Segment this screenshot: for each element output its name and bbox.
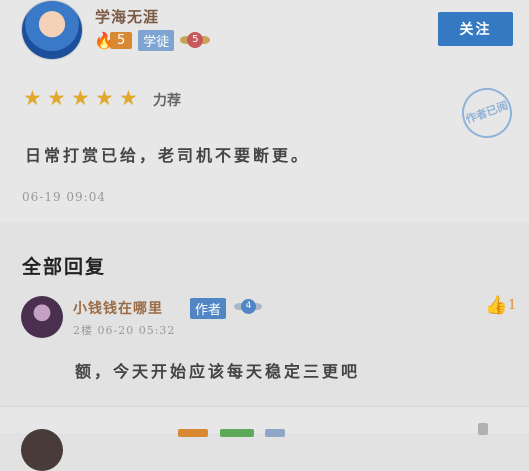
thumbs-up-icon[interactable]: 👍: [485, 296, 507, 316]
author-badge: 作者: [190, 298, 227, 319]
level-number: 4: [241, 299, 256, 314]
fire-icon: 🔥: [94, 30, 114, 50]
reply-text: 额，今天开始应该每天稳定三更吧: [75, 362, 361, 381]
role-badge: 学徒: [138, 30, 175, 51]
author-read-stamp: 作者已阅: [454, 80, 520, 146]
fire-level-badge: [178, 429, 208, 437]
rating-label: 力荐: [153, 93, 181, 109]
role-badge: [220, 429, 254, 437]
like-count: 1: [508, 298, 517, 313]
replies-section-title: 全部回复: [22, 256, 107, 278]
thumbs-up-icon[interactable]: [478, 423, 488, 435]
star-icon: ★: [23, 86, 42, 110]
username[interactable]: 学海无涯: [95, 6, 159, 27]
rank-badge: 5: [180, 31, 211, 51]
star-icon: ★: [95, 86, 114, 110]
star-icon: ★: [119, 86, 138, 110]
rank-level: 5: [187, 31, 204, 48]
level-badge: 4: [234, 298, 262, 316]
avatar[interactable]: [21, 0, 83, 60]
rating-stars: ★ ★ ★ ★ ★: [23, 88, 139, 109]
fire-level: 5: [110, 32, 133, 49]
user-badges: 🔥 5 学徒 5: [94, 30, 211, 51]
post-card: 学海无涯 🔥 5 学徒 5 关注 ★ ★ ★ ★ ★ 力荐 作者已阅 日常打赏已…: [0, 0, 529, 222]
reply-avatar[interactable]: [21, 296, 63, 338]
fire-level-badge: 🔥 5: [94, 30, 133, 51]
star-icon: ★: [71, 86, 90, 110]
reply-meta: 2楼 06-20 05:32: [73, 324, 176, 337]
avatar[interactable]: [21, 429, 63, 471]
next-reply-partial: [0, 407, 529, 471]
reply-username[interactable]: 小钱钱在哪里: [73, 298, 163, 318]
timestamp: 06-19 09:04: [22, 190, 106, 204]
star-icon: ★: [47, 86, 66, 110]
follow-button[interactable]: 关注: [438, 12, 513, 46]
level-badge: [265, 429, 285, 437]
comment-text: 日常打赏已给，老司机不要断更。: [25, 146, 311, 165]
